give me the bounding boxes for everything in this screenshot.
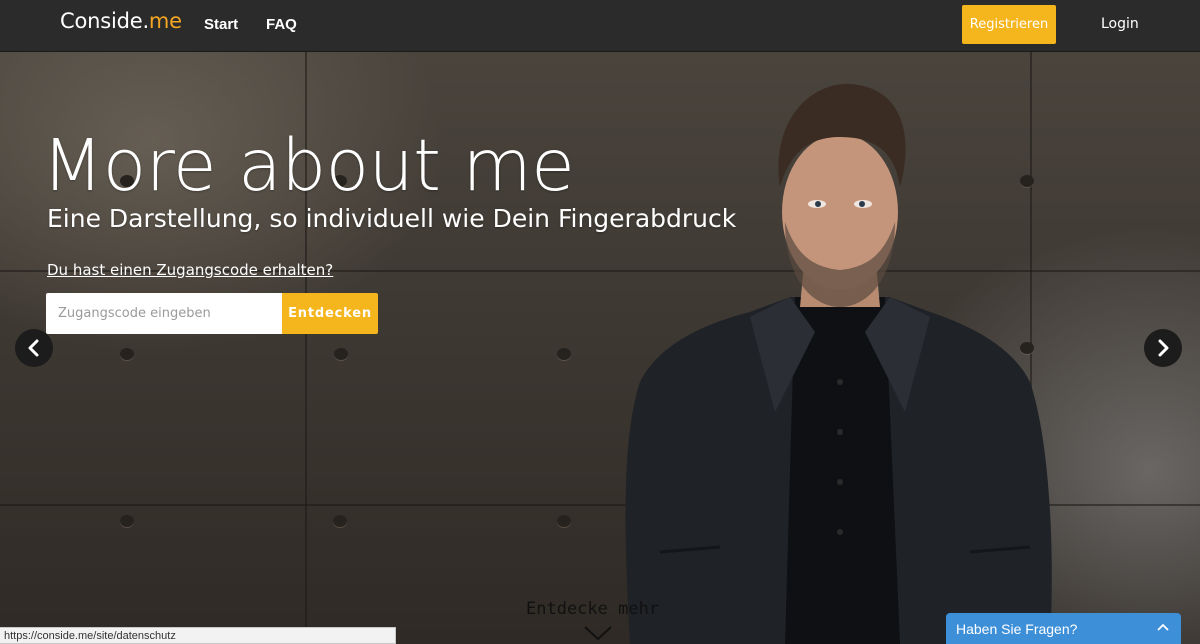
wall-bolt xyxy=(333,515,347,527)
browser-status-url: https://conside.me/site/datenschutz xyxy=(0,627,396,644)
nav-start-link[interactable]: Start xyxy=(204,16,238,33)
chevron-up-icon xyxy=(1157,623,1169,631)
access-code-input[interactable] xyxy=(46,293,282,334)
access-code-link[interactable]: Du hast einen Zugangscode erhalten? xyxy=(47,261,333,279)
wall-bolt xyxy=(557,348,571,360)
chevron-down-icon[interactable] xyxy=(583,624,613,642)
hero-subline: Eine Darstellung, so individuell wie Dei… xyxy=(47,204,737,233)
discover-more-label: Entdecke mehr xyxy=(526,599,660,619)
chevron-left-icon xyxy=(28,339,39,357)
chat-widget[interactable]: Haben Sie Fragen? xyxy=(946,613,1181,644)
hero-person-image xyxy=(625,83,1052,644)
brand-logo-accent: me xyxy=(148,9,182,33)
brand-logo[interactable]: Conside.me xyxy=(60,9,182,33)
wall-bolt xyxy=(120,515,134,527)
slider-next-button[interactable] xyxy=(1144,329,1182,367)
discover-button[interactable]: Entdecken xyxy=(282,293,378,334)
hero-slider: More about me Eine Darstellung, so indiv… xyxy=(0,52,1200,644)
chat-widget-label: Haben Sie Fragen? xyxy=(956,621,1078,637)
hero-headline: More about me xyxy=(42,124,575,207)
slider-prev-button[interactable] xyxy=(15,329,53,367)
register-button[interactable]: Registrieren xyxy=(962,5,1056,44)
brand-logo-text: Conside. xyxy=(60,9,149,33)
chevron-right-icon xyxy=(1158,339,1169,357)
wall-bolt xyxy=(557,515,571,527)
top-navbar: Conside.me Start FAQ Registrieren Login xyxy=(0,0,1200,52)
wall-bolt xyxy=(334,348,348,360)
nav-faq-link[interactable]: FAQ xyxy=(266,16,297,33)
wall-bolt xyxy=(120,348,134,360)
login-link[interactable]: Login xyxy=(1101,16,1139,32)
